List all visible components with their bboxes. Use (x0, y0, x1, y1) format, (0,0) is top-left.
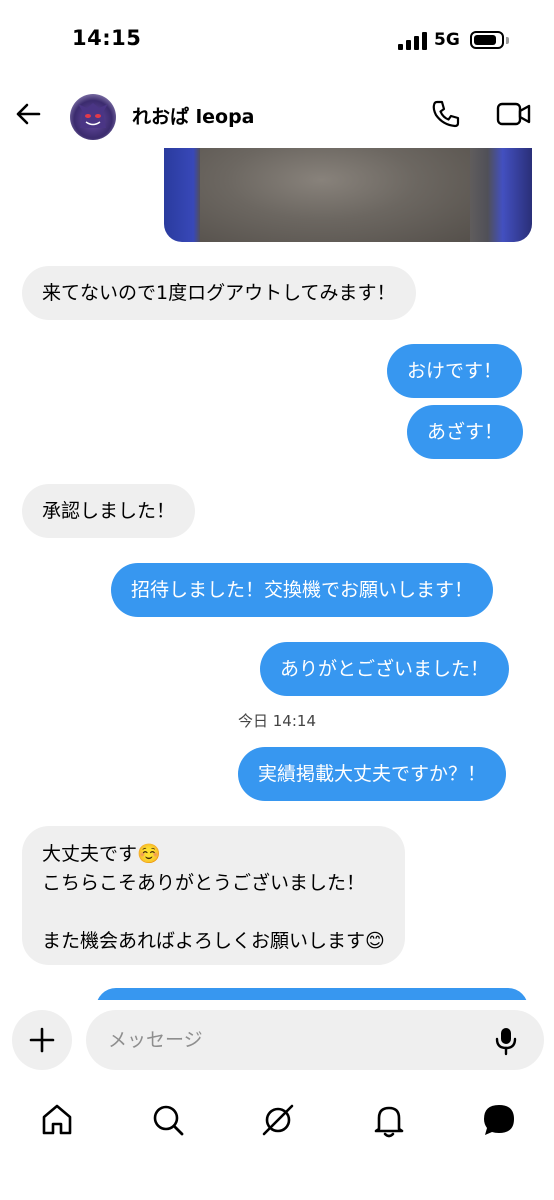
message-outgoing[interactable]: ありがとございました！ (260, 642, 510, 696)
status-bar: 14:15 5G (0, 0, 554, 80)
microphone-icon[interactable] (494, 1026, 518, 1056)
message-outgoing[interactable]: 招待しました！交換機でお願いします！ (111, 563, 494, 617)
message-incoming[interactable]: 大丈夫です☺️ こちらこそありがとうございました！ また機会あればよろしくお願い… (22, 826, 405, 965)
search-icon[interactable] (148, 1100, 188, 1140)
plus-icon (29, 1027, 55, 1053)
notifications-icon[interactable] (369, 1100, 409, 1140)
blurred-image (200, 148, 470, 242)
message-composer (0, 1000, 554, 1080)
messages-icon[interactable] (479, 1100, 519, 1140)
message-outgoing-partial[interactable] (96, 988, 528, 1000)
status-time: 14:15 (72, 26, 142, 50)
message-outgoing[interactable]: おけです！ (387, 344, 523, 398)
contact-name[interactable]: れおぱ leopa (132, 102, 255, 129)
avatar[interactable] (70, 94, 116, 140)
back-arrow-icon[interactable] (14, 100, 42, 128)
message-incoming[interactable]: 承認しました！ (22, 484, 196, 538)
message-thread[interactable]: 来てないので1度ログアウトしてみます！ おけです！ あざす！ 承認しました！ 招… (0, 148, 554, 1000)
timestamp: 今日 14:14 (238, 712, 316, 730)
battery-tip (506, 37, 509, 44)
signal-strength-icon (398, 32, 427, 50)
video-camera-icon[interactable] (496, 98, 532, 130)
message-incoming[interactable]: 来てないので1度ログアウトしてみます！ (22, 266, 416, 320)
message-outgoing[interactable]: 実績掲載大丈夫ですか？！ (238, 747, 507, 801)
message-input[interactable] (86, 1010, 544, 1070)
home-icon[interactable] (37, 1100, 77, 1140)
shared-image-message[interactable] (164, 148, 532, 242)
battery-icon (470, 31, 504, 49)
chat-header: れおぱ leopa (0, 80, 554, 148)
explore-icon[interactable] (258, 1100, 298, 1140)
phone-icon[interactable] (430, 98, 462, 130)
message-outgoing[interactable]: あざす！ (407, 405, 524, 459)
network-type: 5G (434, 30, 460, 50)
add-attachment-button[interactable] (12, 1010, 72, 1070)
bottom-nav (0, 1080, 554, 1200)
